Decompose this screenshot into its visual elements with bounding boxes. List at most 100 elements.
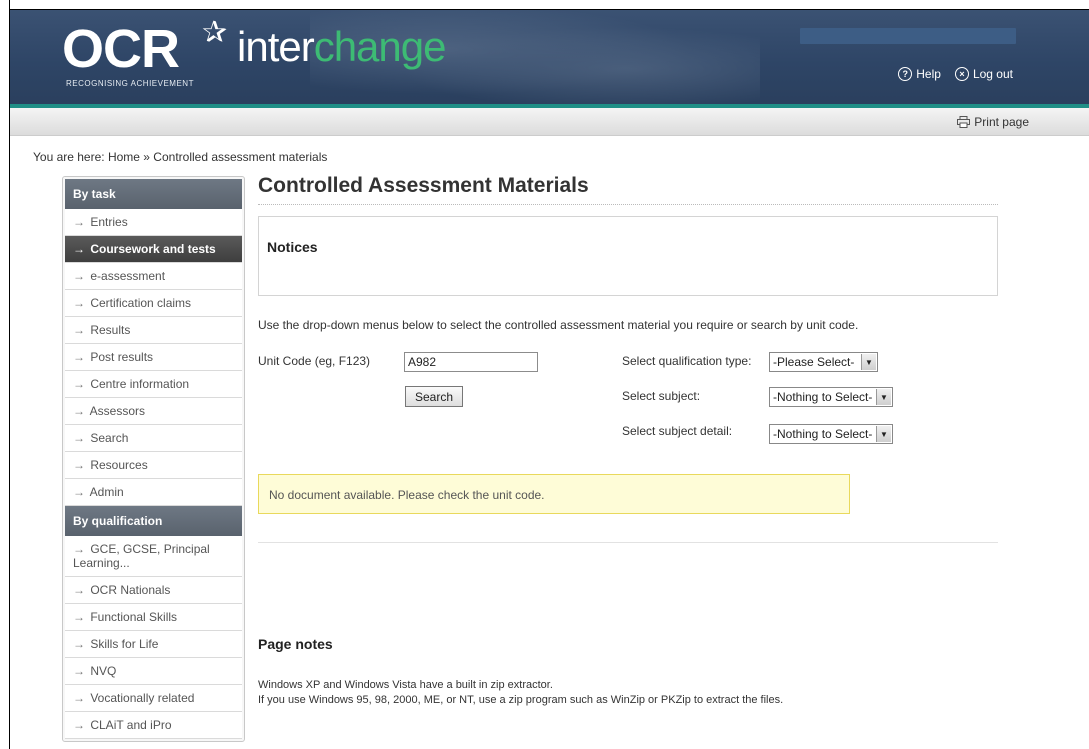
sidebar-item-gce-gcse[interactable]: → GCE, GCSE, Principal Learning...: [65, 536, 242, 577]
sidebar-item-search[interactable]: → Search: [65, 425, 242, 452]
arrow-right-icon: →: [73, 296, 85, 310]
logo-inter-part: inter: [237, 23, 315, 70]
logout-link[interactable]: × Log out: [954, 67, 1013, 81]
subject-label: Select subject:: [622, 389, 701, 403]
arrow-right-icon: →: [73, 269, 85, 283]
sidebar-item-label: Certification claims: [90, 296, 192, 310]
qualification-type-value: -Please Select-: [773, 355, 855, 369]
arrow-right-icon: →: [73, 542, 85, 556]
intro-text: Use the drop-down menus below to select …: [258, 318, 859, 332]
sidebar-item-label: CLAiT and iPro: [90, 718, 172, 732]
sidebar-item-entries[interactable]: → Entries: [65, 209, 242, 236]
subject-detail-value: -Nothing to Select-: [773, 427, 873, 441]
arrow-right-icon: →: [73, 485, 85, 499]
subject-detail-label: Select subject detail:: [622, 424, 733, 438]
sidebar-item-label: Vocationally related: [90, 691, 195, 705]
sidebar-item-label: Centre information: [90, 377, 190, 391]
unit-code-input[interactable]: [404, 352, 538, 372]
sidebar-item-label: Search: [90, 431, 129, 445]
content-divider: [258, 542, 998, 543]
sidebar-item-e-assessment[interactable]: → e-assessment: [65, 263, 242, 290]
sidebar-item-label: Coursework and tests: [90, 242, 216, 256]
sidebar-item-label: NVQ: [90, 664, 117, 678]
arrow-right-icon: →: [73, 215, 85, 229]
header-bar-strip: [800, 28, 1016, 44]
sidebar-item-label: Assessors: [89, 404, 146, 418]
sidebar-item-skills-for-life[interactable]: → Skills for Life: [65, 631, 242, 658]
arrow-right-icon: →: [73, 458, 85, 472]
sidebar-item-label: e-assessment: [90, 269, 166, 283]
close-circle-icon: ×: [954, 67, 969, 81]
subject-detail-select[interactable]: -Nothing to Select- ▼: [769, 424, 893, 444]
print-page-link[interactable]: Print page: [957, 115, 1029, 129]
sidebar-item-label: Entries: [90, 215, 128, 229]
arrow-right-icon: →: [73, 242, 85, 256]
sidebar-item-label: Post results: [90, 350, 154, 364]
sidebar-item-resources[interactable]: → Resources: [65, 452, 242, 479]
help-icon: ?: [898, 67, 913, 81]
star-icon: ✰: [202, 16, 228, 49]
subject-select[interactable]: -Nothing to Select- ▼: [769, 387, 893, 407]
page-notes-heading: Page notes: [258, 636, 333, 652]
help-label: Help: [916, 67, 941, 81]
sidebar-item-label: Admin: [89, 485, 124, 499]
title-divider: [258, 204, 998, 205]
arrow-right-icon: →: [73, 431, 85, 445]
sidebar-item-centre-information[interactable]: → Centre information: [65, 371, 242, 398]
sidebar-item-post-results[interactable]: → Post results: [65, 344, 242, 371]
sidebar-nav: By task → Entries → Coursework and tests…: [62, 176, 245, 742]
site-header: OCR ✰ RECOGNISING ACHIEVEMENT interchang…: [10, 10, 1089, 108]
arrow-right-icon: →: [73, 718, 85, 732]
dropdown-arrow-icon: ▼: [876, 426, 891, 442]
help-link[interactable]: ? Help: [898, 67, 941, 81]
unit-code-label: Unit Code (eg, F123): [258, 354, 371, 368]
notices-heading: Notices: [267, 239, 318, 255]
qualification-type-label: Select qualification type:: [622, 354, 752, 368]
notices-panel: Notices: [258, 216, 998, 296]
toolbar: Print page: [10, 108, 1089, 136]
header-links: ? Help × Log out: [898, 67, 1013, 81]
search-button[interactable]: Search: [405, 386, 463, 407]
sidebar-heading-by-qualification: By qualification: [65, 506, 242, 536]
no-document-message: No document available. Please check the …: [258, 474, 850, 514]
dropdown-arrow-icon: ▼: [861, 354, 876, 370]
page-note-line: Windows XP and Windows Vista have a buil…: [258, 679, 553, 691]
arrow-right-icon: →: [73, 610, 85, 624]
arrow-right-icon: →: [73, 377, 85, 391]
sidebar-item-label: GCE, GCSE, Principal Learning...: [73, 542, 210, 570]
sidebar-item-label: Resources: [90, 458, 148, 472]
sidebar-item-vocationally-related[interactable]: → Vocationally related: [65, 685, 242, 712]
arrow-right-icon: →: [73, 323, 85, 337]
sidebar-item-label: Skills for Life: [90, 637, 159, 651]
logout-label: Log out: [972, 67, 1013, 81]
qualification-type-select[interactable]: -Please Select- ▼: [769, 352, 878, 372]
sidebar-item-assessors[interactable]: → Assessors: [65, 398, 242, 425]
sidebar-item-label: Results: [90, 323, 131, 337]
sidebar-item-ocr-nationals[interactable]: → OCR Nationals: [65, 577, 242, 604]
breadcrumb: You are here: Home » Controlled assessme…: [33, 150, 328, 164]
sidebar-item-label: Functional Skills: [90, 610, 178, 624]
sidebar-item-nvq[interactable]: → NVQ: [65, 658, 242, 685]
sidebar-item-functional-skills[interactable]: → Functional Skills: [65, 604, 242, 631]
page-note-line: If you use Windows 95, 98, 2000, ME, or …: [258, 694, 784, 706]
logo-tagline: RECOGNISING ACHIEVEMENT: [66, 79, 194, 88]
print-page-label: Print page: [974, 115, 1029, 129]
arrow-right-icon: →: [73, 637, 85, 651]
logo-change-part: change: [313, 23, 447, 70]
sidebar-item-clait-and-ipro[interactable]: → CLAiT and iPro: [65, 712, 242, 739]
page-title: Controlled Assessment Materials: [258, 174, 589, 197]
printer-icon: [957, 116, 971, 128]
arrow-right-icon: →: [73, 350, 85, 364]
sidebar-item-results[interactable]: → Results: [65, 317, 242, 344]
sidebar-item-certification-claims[interactable]: → Certification claims: [65, 290, 242, 317]
sidebar-item-admin[interactable]: → Admin: [65, 479, 242, 506]
arrow-right-icon: →: [73, 691, 85, 705]
dropdown-arrow-icon: ▼: [876, 389, 891, 405]
arrow-right-icon: →: [73, 664, 85, 678]
interchange-logo[interactable]: interchange: [237, 26, 446, 68]
sidebar-item-coursework-and-tests[interactable]: → Coursework and tests: [65, 236, 242, 263]
sidebar-heading-by-task: By task: [65, 179, 242, 209]
ocr-logo[interactable]: OCR: [62, 22, 180, 76]
arrow-right-icon: →: [73, 583, 85, 597]
arrow-right-icon: →: [73, 404, 85, 418]
